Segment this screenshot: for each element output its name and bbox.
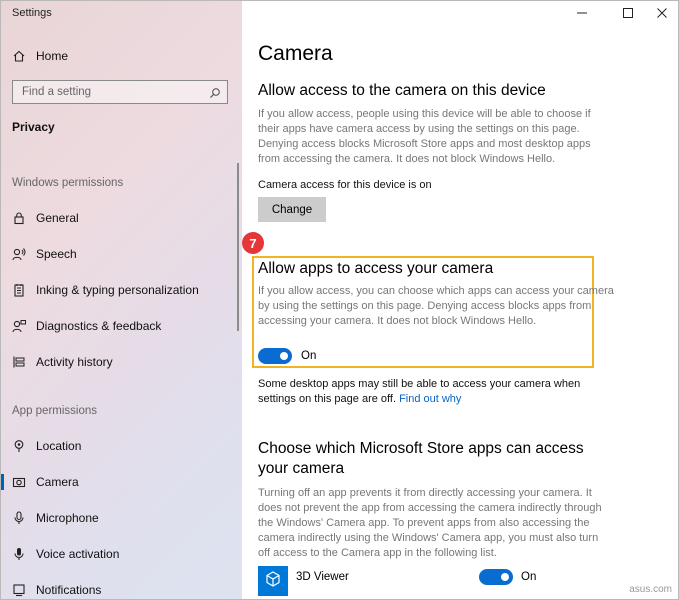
sidebar-item-general[interactable]: General <box>1 203 242 233</box>
sidebar-item-label: General <box>36 211 79 225</box>
sidebar-item-speech[interactable]: Speech <box>1 239 242 269</box>
step-badge: 7 <box>242 232 264 254</box>
3d-viewer-toggle[interactable] <box>479 569 513 585</box>
description-line: accessing your camera. It does not block… <box>258 315 537 327</box>
app-name: 3D Viewer <box>296 571 349 583</box>
watermark: asus.com <box>629 584 672 595</box>
sidebar-item-label: Speech <box>36 247 77 261</box>
3d-viewer-toggle-label: On <box>521 571 537 583</box>
description-line: off access to the Camera app in the foll… <box>258 547 497 559</box>
location-icon <box>12 439 26 453</box>
app-permissions-header: App permissions <box>12 405 98 417</box>
apps-access-toggle-label: On <box>301 350 317 362</box>
app-title: Settings <box>12 7 52 19</box>
heading-line: your camera <box>258 460 345 477</box>
sidebar-item-home[interactable]: Home <box>1 41 242 71</box>
notepad-icon <box>12 283 26 297</box>
lock-icon <box>12 211 26 225</box>
sidebar-item-notifications[interactable]: Notifications <box>1 575 242 599</box>
sidebar-scrollbar[interactable] <box>237 163 239 331</box>
camera-icon <box>12 475 26 489</box>
voice-icon <box>12 547 26 561</box>
sidebar-item-voice-activation[interactable]: Voice activation <box>1 539 242 569</box>
description-line: from accessing the camera. It does not b… <box>258 153 556 165</box>
sidebar-item-label: Camera <box>36 475 79 489</box>
sidebar: Settings Home Find a setting Privacy Win… <box>1 1 242 599</box>
description-line: If you allow access, people using this d… <box>258 108 591 120</box>
section-title: Privacy <box>12 120 55 134</box>
description-line: by using the settings on this page. Deny… <box>258 300 592 312</box>
find-out-why-link[interactable]: Find out why <box>399 393 461 405</box>
active-indicator <box>1 474 4 490</box>
description-line: Denying access blocks Microsoft Store ap… <box>258 138 591 150</box>
device-access-status: Camera access for this device is on <box>258 179 432 191</box>
sidebar-item-location[interactable]: Location <box>1 431 242 461</box>
sidebar-item-camera[interactable]: Camera <box>1 467 242 497</box>
note-line: settings on this page are off. Find out … <box>258 392 580 407</box>
device-access-heading: Allow access to the camera on this devic… <box>258 82 546 99</box>
sidebar-item-label: Home <box>36 49 69 63</box>
speech-icon <box>12 247 26 261</box>
heading-line: Choose which Microsoft Store apps can ac… <box>258 440 584 457</box>
3d-viewer-app-icon <box>258 566 288 596</box>
home-icon <box>12 49 26 63</box>
sidebar-item-microphone[interactable]: Microphone <box>1 503 242 533</box>
note-text: settings on this page are off. <box>258 393 396 405</box>
description-line: their apps have camera access by using t… <box>258 123 580 135</box>
sidebar-item-diagnostics[interactable]: Diagnostics & feedback <box>1 311 242 341</box>
search-icon[interactable] <box>209 86 221 98</box>
sidebar-item-label: Notifications <box>36 583 102 597</box>
store-apps-heading: Choose which Microsoft Store apps can ac… <box>258 439 584 479</box>
description-line: If you allow access, you can choose whic… <box>258 285 614 297</box>
feedback-icon <box>12 319 26 333</box>
store-apps-description: Turning off an app prevents it from dire… <box>258 486 602 561</box>
apps-access-heading: Allow apps to access your camera <box>258 260 494 277</box>
sidebar-item-activity-history[interactable]: Activity history <box>1 347 242 377</box>
settings-window: Settings Home Find a setting Privacy Win… <box>0 0 679 600</box>
apps-access-description: If you allow access, you can choose whic… <box>258 284 614 329</box>
main-content: Camera Allow access to the camera on thi… <box>242 1 678 599</box>
search-input[interactable]: Find a setting <box>12 80 228 104</box>
device-access-description: If you allow access, people using this d… <box>258 107 591 167</box>
description-line: the Windows' Camera app. To prevent apps… <box>258 517 590 529</box>
bell-icon <box>12 583 26 597</box>
sidebar-item-label: Inking & typing personalization <box>36 283 199 297</box>
sidebar-item-inking[interactable]: Inking & typing personalization <box>1 275 242 305</box>
sidebar-item-label: Location <box>36 439 82 453</box>
change-button[interactable]: Change <box>258 197 326 222</box>
search-placeholder: Find a setting <box>22 86 92 98</box>
page-title: Camera <box>258 42 333 65</box>
description-line: camera indirectly using the Windows' Cam… <box>258 532 599 544</box>
sidebar-item-label: Activity history <box>36 355 113 369</box>
microphone-icon <box>12 511 26 525</box>
sidebar-item-label: Microphone <box>36 511 99 525</box>
toggle-knob <box>501 573 509 581</box>
timeline-icon <box>12 355 26 369</box>
note-line: Some desktop apps may still be able to a… <box>258 378 581 390</box>
apps-access-toggle[interactable] <box>258 348 292 364</box>
desktop-apps-note: Some desktop apps may still be able to a… <box>258 377 580 407</box>
toggle-knob <box>280 352 288 360</box>
description-line: does not prevent the app from accessing … <box>258 502 602 514</box>
cube-icon <box>264 570 282 593</box>
sidebar-item-label: Voice activation <box>36 547 120 561</box>
description-line: Turning off an app prevents it from dire… <box>258 487 592 499</box>
sidebar-item-label: Diagnostics & feedback <box>36 319 162 333</box>
windows-permissions-header: Windows permissions <box>12 177 124 189</box>
